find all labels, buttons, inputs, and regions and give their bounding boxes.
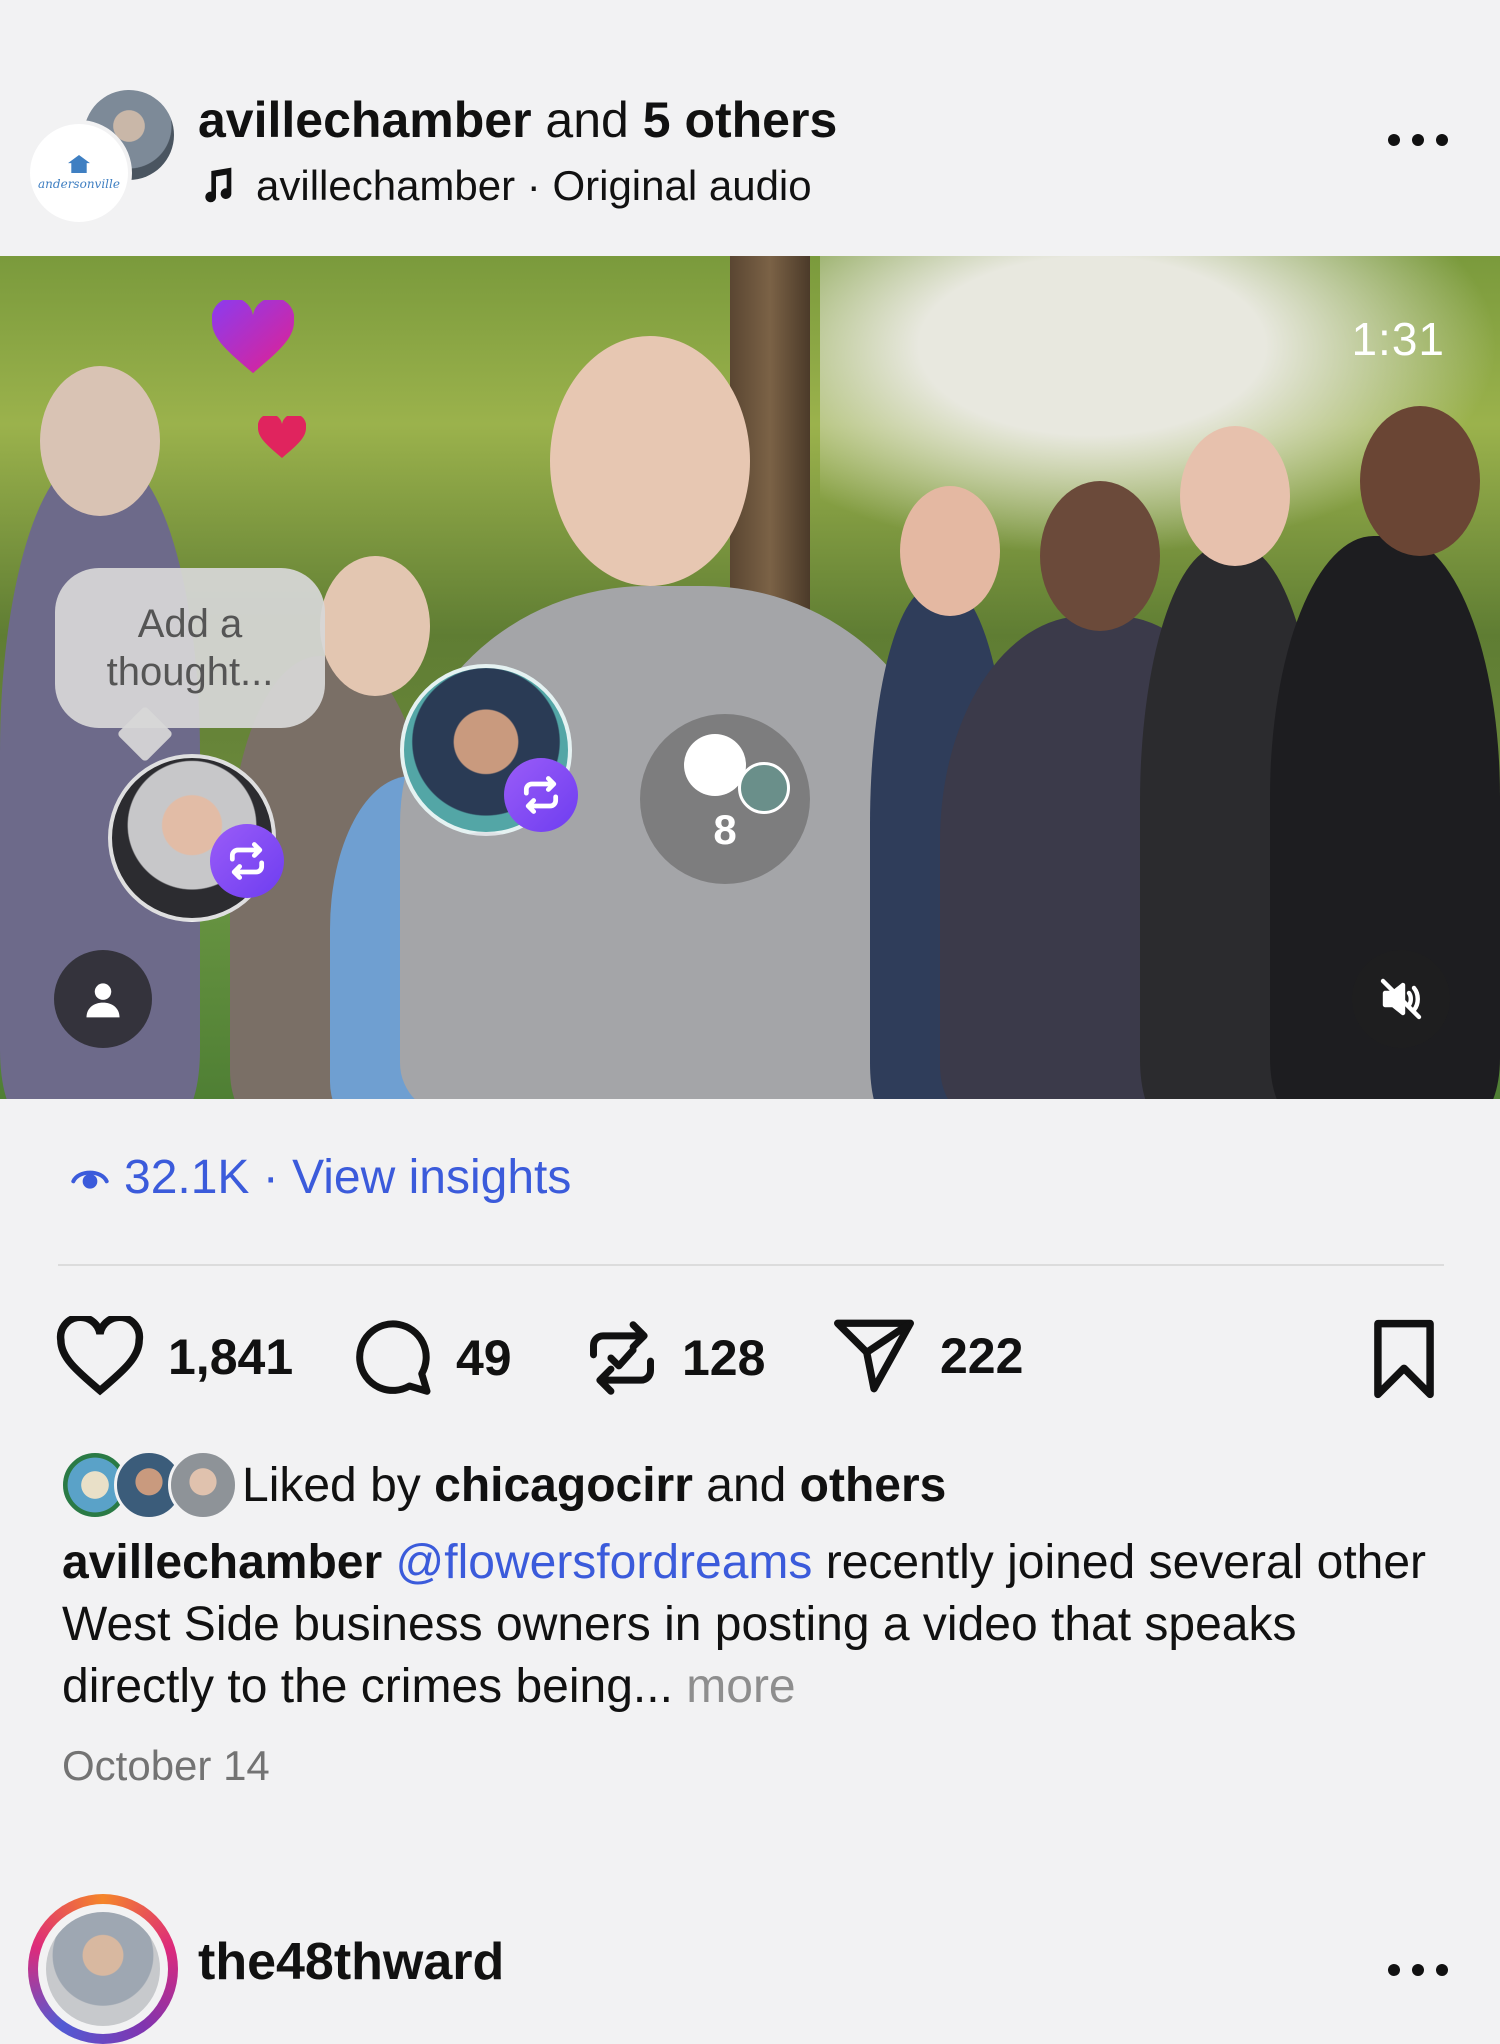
liked-by-middle: and (692, 1458, 800, 1512)
comment-action[interactable]: 49 (350, 1316, 512, 1400)
video-person-head (1360, 406, 1480, 556)
hands-off-chicago-avatar (684, 734, 746, 796)
reposts-count[interactable]: 128 (682, 1329, 765, 1387)
video-person-head (40, 366, 160, 516)
avatar-brand-text: andersonville (38, 177, 120, 191)
send-paper-plane-icon[interactable] (830, 1316, 918, 1396)
video-person-head (1040, 481, 1160, 631)
heart-icon[interactable] (54, 1316, 146, 1398)
views-count: 32.1K (124, 1151, 250, 1204)
video-person-head (320, 556, 430, 696)
save-bookmark-icon[interactable] (1364, 1318, 1444, 1405)
audio-username: avillechamber (256, 162, 516, 209)
view-insights-label: View insights (292, 1151, 572, 1204)
person-icon (86, 983, 120, 1018)
author-username[interactable]: avillechamber (198, 92, 532, 148)
post-date: October 14 (62, 1742, 270, 1789)
liker-avatars[interactable] (60, 1450, 238, 1520)
divider (58, 1264, 1444, 1266)
repost-badge-icon (210, 824, 284, 898)
next-post-avatar-ring-gap (38, 1904, 168, 2034)
repost-icon[interactable] (584, 1316, 660, 1400)
likes-count[interactable]: 1,841 (168, 1328, 293, 1386)
video-person-head (1180, 426, 1290, 566)
thought-line-2: thought... (106, 650, 274, 694)
next-post-avatar[interactable] (28, 1894, 178, 2044)
repost-badge-icon (504, 758, 578, 832)
video-player[interactable]: 1:31 Add a thought... 8 (0, 256, 1500, 1099)
liked-by-user[interactable]: chicagocirr (434, 1459, 693, 1512)
shares-count[interactable]: 222 (940, 1327, 1023, 1385)
video-person-head (900, 486, 1000, 616)
repost-action[interactable]: 128 (584, 1316, 765, 1400)
like-action[interactable]: 1,841 (54, 1316, 293, 1398)
insights-separator: · (249, 1151, 293, 1204)
mute-button[interactable] (1352, 950, 1450, 1048)
floating-heart-icon (258, 416, 306, 458)
authors-and: and (531, 92, 643, 148)
next-post-avatar-photo (46, 1912, 160, 2026)
liker-avatar-3 (168, 1450, 238, 1520)
author-avatar: andersonville (26, 120, 132, 226)
caption-more-link[interactable]: more (686, 1660, 795, 1713)
tagged-people-button[interactable] (54, 950, 152, 1048)
share-action[interactable]: 222 (830, 1316, 1023, 1396)
insights-link[interactable]: 32.1K · View insights (70, 1150, 571, 1205)
next-post-username[interactable]: the48thward (198, 1932, 504, 1992)
thought-line-1: Add a (137, 602, 243, 646)
comments-count[interactable]: 49 (456, 1329, 512, 1387)
post-caption: avillechamber @flowersfordreams recently… (62, 1532, 1442, 1718)
reposters-count-bubble[interactable]: 8 (640, 714, 810, 884)
views-eye-icon (71, 1170, 109, 1189)
audio-label: Original audio (552, 162, 812, 209)
add-thought-bubble[interactable]: Add a thought... (55, 568, 325, 728)
house-logo-icon (68, 155, 90, 173)
music-note-icon (205, 167, 232, 203)
reposters-count: 8 (713, 806, 737, 853)
post-authors[interactable]: avillechamber and 5 others (198, 90, 837, 150)
liked-by-others[interactable]: others (800, 1459, 947, 1512)
caption-username[interactable]: avillechamber (62, 1536, 382, 1589)
more-options-icon[interactable] (1388, 130, 1448, 150)
next-post-more-icon[interactable] (1388, 1960, 1448, 1980)
audio-attribution[interactable]: avillechamber · Original audio (198, 160, 812, 212)
video-person-head (550, 336, 750, 586)
author-avatar-stack[interactable]: andersonville (26, 90, 174, 226)
liked-by-row[interactable]: Liked by chicagocirr and others (60, 1450, 946, 1520)
caption-mention[interactable]: @flowersfordreams (396, 1536, 813, 1589)
speaker-muted-icon (1380, 978, 1422, 1020)
liked-by-prefix: Liked by (242, 1458, 435, 1512)
comment-bubble-icon[interactable] (350, 1316, 434, 1400)
floating-heart-icon (212, 300, 294, 374)
authors-others[interactable]: 5 others (643, 92, 838, 148)
audio-separator: · (515, 162, 553, 209)
video-timecode: 1:31 (1351, 313, 1445, 365)
